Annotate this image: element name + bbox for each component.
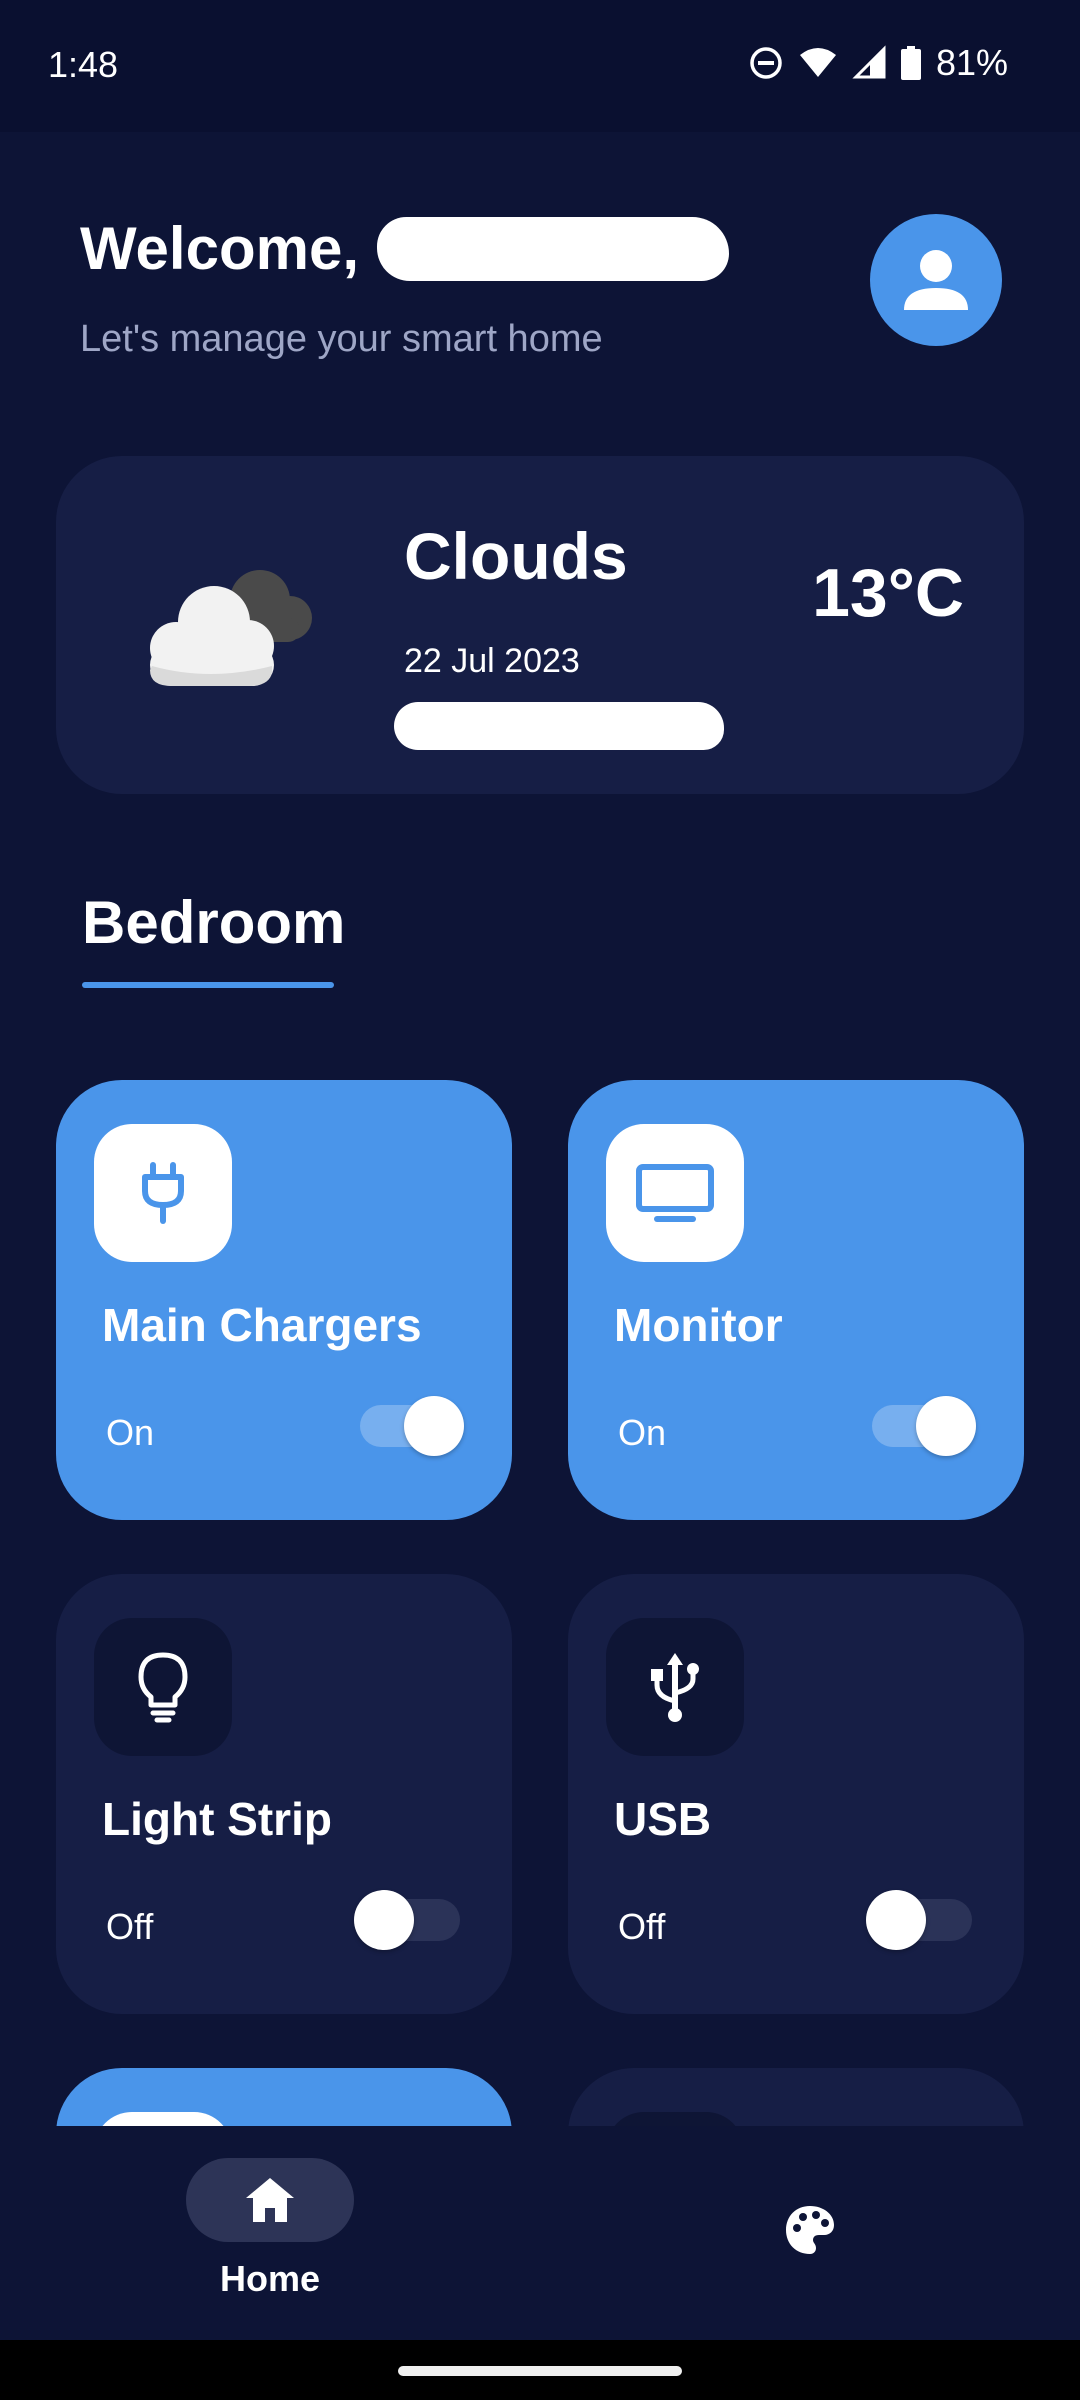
device-icon-container (606, 1124, 744, 1262)
device-state: On (618, 1412, 667, 1453)
wifi-icon (799, 48, 836, 77)
welcome-heading: Welcome, (80, 214, 729, 283)
welcome-text: Welcome, (80, 215, 359, 282)
toggle-thumb (354, 1890, 414, 1950)
battery-percentage: 81% (935, 42, 1008, 83)
redacted-location (394, 702, 724, 750)
welcome-subtitle: Let's manage your smart home (80, 318, 603, 360)
clouds-icon (150, 570, 312, 686)
smart-home-app: Welcome, Let's manage your smart home Cl… (0, 132, 1080, 2340)
redacted-user-name (377, 217, 729, 282)
plug-icon (142, 1162, 184, 1224)
device-name: Main Chargers (102, 1299, 422, 1351)
device-card-monitor[interactable]: Monitor On (568, 1080, 1024, 1520)
weather-date: 22 Jul 2023 (404, 642, 580, 680)
device-name: USB (614, 1793, 712, 1845)
tab-bedroom[interactable]: Bedroom (82, 888, 345, 957)
status-bar: 1:48 81% (0, 0, 1080, 132)
gesture-handle[interactable] (398, 2366, 682, 2376)
device-toggle[interactable] (866, 1396, 976, 1456)
toggle-thumb (404, 1396, 464, 1456)
device-name: Light Strip (102, 1793, 332, 1845)
status-time: 1:48 (48, 44, 119, 85)
device-icon-container (94, 1618, 232, 1756)
toggle-thumb (866, 1890, 926, 1950)
toggle-thumb (916, 1396, 976, 1456)
device-toggle[interactable] (354, 1890, 462, 1950)
lightbulb-icon (138, 1652, 188, 1723)
nav-theme-button[interactable] (782, 2202, 838, 2258)
palette-icon (786, 2206, 834, 2254)
device-state: Off (618, 1906, 666, 1947)
battery-icon (900, 46, 921, 80)
device-icon-container (606, 1618, 744, 1756)
nav-home-label[interactable]: Home (186, 2258, 354, 2300)
status-icons: 81% (748, 42, 1008, 84)
weather-condition: Clouds (404, 519, 628, 593)
device-state: Off (106, 1906, 154, 1947)
device-toggle[interactable] (866, 1890, 974, 1950)
weather-card[interactable]: Clouds 22 Jul 2023 13°C (56, 456, 1024, 794)
do-not-disturb-icon (750, 47, 782, 79)
device-card-main-chargers[interactable]: Main Chargers On (56, 1080, 512, 1520)
device-card-usb[interactable]: USB Off (568, 1574, 1024, 2014)
device-name: Monitor (614, 1299, 783, 1351)
bottom-navigation: Home (0, 2126, 1080, 2340)
weather-temperature: 13°C (812, 555, 964, 631)
nav-home-button[interactable] (186, 2158, 354, 2242)
monitor-icon (636, 1164, 714, 1222)
device-state: On (106, 1412, 155, 1453)
device-toggle[interactable] (354, 1396, 464, 1456)
signal-icon (852, 45, 886, 79)
system-gesture-bar (0, 2340, 1080, 2400)
device-card-light-strip[interactable]: Light Strip Off (56, 1574, 512, 2014)
person-icon (904, 250, 968, 310)
profile-avatar-button[interactable] (870, 214, 1002, 346)
home-icon (246, 2178, 294, 2222)
device-icon-container (94, 1124, 232, 1262)
tab-indicator (82, 982, 334, 988)
usb-icon (651, 1653, 699, 1722)
